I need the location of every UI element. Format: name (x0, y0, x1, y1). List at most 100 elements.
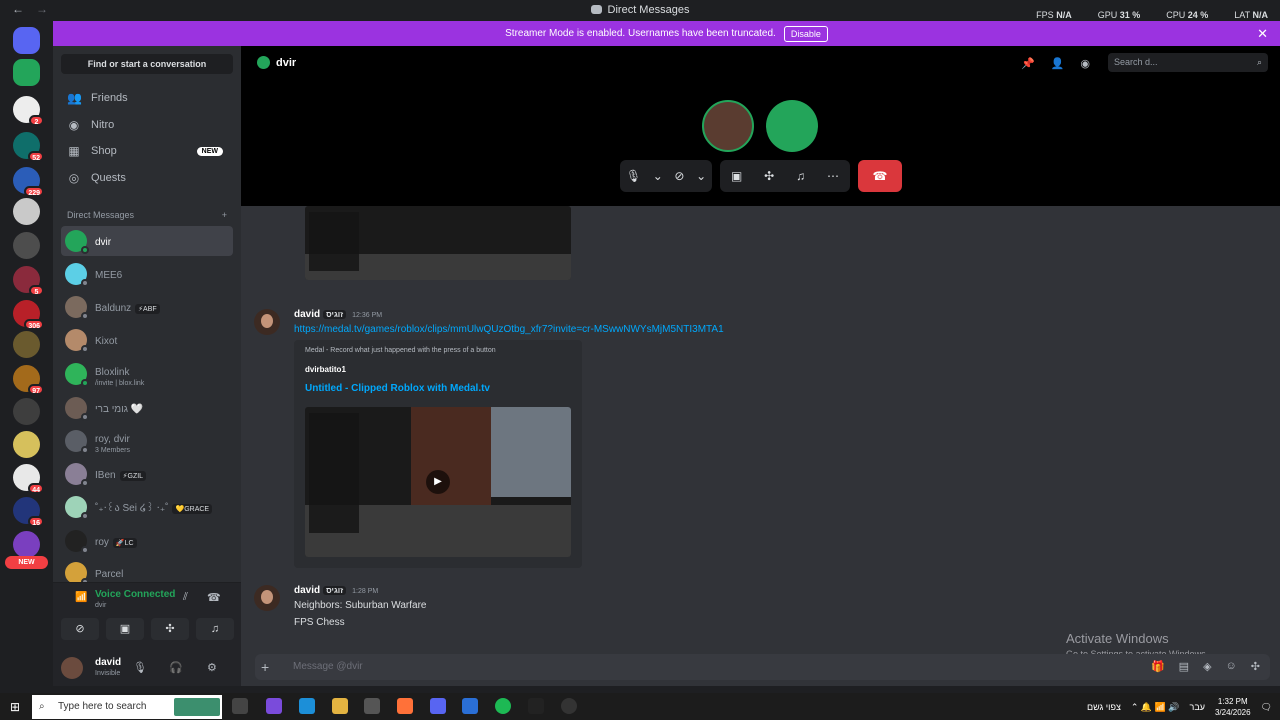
copilot-icon[interactable] (266, 698, 282, 714)
soundboard-icon[interactable]: ♫ (796, 169, 805, 183)
spotify-icon[interactable] (495, 698, 511, 714)
server-icon[interactable] (13, 398, 40, 425)
hang-up-button[interactable]: ☎ (858, 160, 902, 192)
profile-icon[interactable]: ◉ (1080, 57, 1090, 70)
server-icon[interactable] (13, 198, 40, 225)
emoji-icon[interactable]: ☺ (1226, 660, 1237, 673)
add-friends-icon[interactable]: 👤 (1051, 57, 1065, 70)
find-conversation-button[interactable]: Find or start a conversation (61, 54, 233, 74)
activities-button[interactable]: ✣ (151, 618, 189, 640)
gift-icon[interactable]: 🎁 (1151, 660, 1165, 673)
dm-item[interactable]: IBen ⚡GZIL (61, 459, 233, 489)
weather-widget[interactable]: צפוי גשם (1087, 702, 1121, 712)
participant-avatar-david[interactable] (702, 100, 754, 152)
firefox-icon[interactable] (397, 698, 413, 714)
disconnect-icon[interactable]: ☎ (207, 591, 221, 604)
soundboard-button[interactable]: ♫ (196, 618, 234, 640)
new-badge[interactable]: NEW (5, 556, 48, 569)
windows-start-icon[interactable]: ⊞ (10, 700, 20, 714)
task-view-icon[interactable] (232, 698, 248, 714)
signal-icon[interactable]: 📶 (75, 592, 87, 603)
dm-item[interactable]: ˚₊‧꒰ა Sei ໒꒱ ‧₊˚ 💛GRACE (61, 492, 233, 522)
add-attachment-icon[interactable]: + (261, 659, 269, 675)
message-composer[interactable]: + Message @dvir 🎁 ▤ ◈ ☺ ✣ (255, 654, 1270, 680)
notifications-icon[interactable]: 🗨 (1261, 702, 1272, 713)
server-icon[interactable] (13, 431, 40, 458)
camera-off-icon[interactable]: ⊘ (674, 169, 684, 183)
add-dm-icon[interactable]: + (222, 210, 227, 220)
server-icon[interactable] (13, 531, 40, 558)
microphone-icon[interactable]: 🎙 (626, 169, 641, 183)
dm-item[interactable]: roy, dvir 3 Members (61, 426, 233, 456)
server-icon[interactable]: 97 (13, 365, 44, 395)
tray-icons[interactable]: ⌃ 🔔 📶 🔊 (1131, 702, 1180, 713)
server-icon[interactable] (13, 59, 40, 86)
chevron-down-icon[interactable]: ⌄ (696, 169, 706, 183)
message-input[interactable]: Message @dvir (293, 661, 363, 672)
file-explorer-icon[interactable] (332, 698, 348, 714)
screen-share-button[interactable]: ▣ (106, 618, 144, 640)
sidebar-item-nitro[interactable]: ◉ Nitro (61, 113, 233, 137)
mute-icon[interactable]: 🎙 (133, 661, 147, 674)
server-icon[interactable]: 229 (13, 167, 44, 197)
sticker-icon[interactable]: ◈ (1203, 660, 1211, 673)
username[interactable]: david (95, 657, 121, 668)
voice-channel[interactable]: dvir (95, 602, 106, 609)
embed-author[interactable]: dvirbatito1 (305, 365, 346, 374)
clan-tag[interactable]: זוגיס (323, 586, 347, 595)
chrome-icon[interactable] (561, 698, 577, 714)
avatar[interactable] (254, 309, 280, 335)
gif-icon[interactable]: ▤ (1179, 660, 1189, 673)
search-input[interactable]: Search d... ⌕ (1108, 53, 1268, 72)
activities-icon[interactable]: ✣ (764, 169, 774, 183)
author-name[interactable]: david (294, 309, 320, 320)
server-icon[interactable] (13, 232, 40, 259)
dm-item[interactable]: Baldunz ⚡ABF (61, 292, 233, 322)
clock[interactable]: 1:32 PM 3/24/2026 (1215, 696, 1251, 718)
dm-item[interactable]: Kixot (61, 325, 233, 355)
message-link[interactable]: https://medal.tv/games/roblox/clips/mmUl… (294, 324, 724, 335)
language-indicator[interactable]: עבר (1190, 702, 1205, 712)
sidebar-item-shop[interactable]: ▦ Shop NEW (61, 139, 233, 163)
disable-streamer-button[interactable]: Disable (783, 25, 828, 42)
settings-gear-icon[interactable]: ⚙ (207, 661, 217, 674)
dm-item[interactable]: גומי ברי 🤍 (61, 393, 233, 423)
deafen-icon[interactable]: 🎧 (169, 661, 183, 674)
voice-status[interactable]: Voice Connected (95, 589, 175, 600)
server-icon[interactable]: 306 (13, 300, 44, 330)
server-icon[interactable]: 16 (13, 497, 44, 527)
video-thumbnail[interactable] (305, 206, 571, 280)
dm-item[interactable]: Bloxlink/invite | blox.link (61, 359, 233, 389)
chevron-down-icon[interactable]: ⌄ (653, 169, 663, 183)
dm-item[interactable]: roy 🚀LC (61, 526, 233, 556)
message-author[interactable]: david זוגיס 12:36 PM (294, 309, 382, 320)
message-author[interactable]: david זוגיס 1:28 PM (294, 585, 378, 596)
store-icon[interactable] (364, 698, 380, 714)
clan-tag[interactable]: זוגיס (323, 310, 347, 319)
server-icon[interactable]: 44 (13, 464, 44, 494)
apps-icon[interactable]: ✣ (1251, 660, 1260, 673)
camera-off-button[interactable]: ⊘ (61, 618, 99, 640)
server-icon[interactable]: 2 (13, 96, 44, 126)
more-icon[interactable]: ⋯ (827, 169, 839, 183)
server-icon[interactable] (13, 27, 40, 54)
pin-icon[interactable]: 📌 (1021, 57, 1035, 70)
avatar[interactable] (254, 585, 280, 611)
app-icon[interactable] (462, 698, 478, 714)
sidebar-item-friends[interactable]: 👥 Friends (61, 86, 233, 110)
participant-avatar-dvir[interactable] (766, 100, 818, 152)
taskbar-search[interactable]: ⌕ Type here to search (32, 695, 222, 719)
author-name[interactable]: david (294, 585, 320, 596)
embed-provider[interactable]: Medal - Record what just happened with t… (305, 347, 496, 354)
play-icon[interactable]: ▶ (426, 470, 450, 494)
capcut-icon[interactable] (528, 698, 544, 714)
server-icon[interactable]: 5 (13, 266, 44, 296)
dm-item[interactable]: MEE6 (61, 259, 233, 289)
dm-item[interactable]: dvir (61, 226, 233, 256)
discord-icon[interactable] (430, 698, 446, 714)
sidebar-item-quests[interactable]: ◎ Quests (61, 166, 233, 190)
server-icon[interactable] (13, 331, 40, 358)
screen-share-icon[interactable]: ▣ (731, 169, 742, 183)
server-icon[interactable]: 52 (13, 132, 44, 162)
embed-title[interactable]: Untitled - Clipped Roblox with Medal.tv (305, 383, 490, 394)
